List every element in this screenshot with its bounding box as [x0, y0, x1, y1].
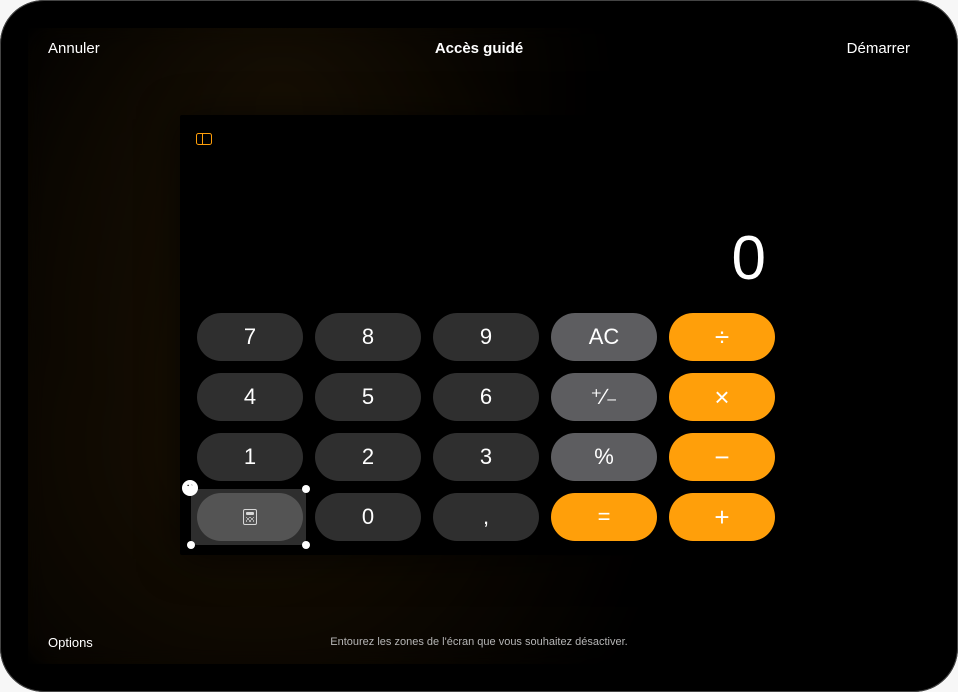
- bezel: Annuler Accès guidé Démarrer 0 7 8 9 AC …: [14, 14, 944, 678]
- calculator-display: 0: [732, 223, 766, 294]
- instruction-text: Entourez les zones de l'écran que vous s…: [330, 636, 627, 648]
- key-eight[interactable]: 8: [315, 313, 421, 361]
- toggle-sidebar-icon[interactable]: [196, 133, 212, 145]
- key-three[interactable]: 3: [433, 433, 539, 481]
- key-percent[interactable]: %: [551, 433, 657, 481]
- disabled-region[interactable]: ×: [191, 489, 306, 545]
- key-nine[interactable]: 9: [433, 313, 539, 361]
- key-six[interactable]: 6: [433, 373, 539, 421]
- start-button[interactable]: Démarrer: [847, 40, 910, 57]
- cancel-button[interactable]: Annuler: [48, 40, 100, 57]
- bottom-bar: Options Entourez les zones de l'écran qu…: [28, 616, 930, 664]
- key-zero[interactable]: 0: [315, 493, 421, 541]
- guided-access-setup-screen: Annuler Accès guidé Démarrer 0 7 8 9 AC …: [28, 28, 930, 664]
- key-divide[interactable]: ÷: [669, 313, 775, 361]
- key-two[interactable]: 2: [315, 433, 421, 481]
- key-four[interactable]: 4: [197, 373, 303, 421]
- key-sign[interactable]: ⁺∕₋: [551, 373, 657, 421]
- resize-handle-bottom-right[interactable]: [302, 541, 310, 549]
- resize-handle-bottom-left[interactable]: [187, 541, 195, 549]
- key-plus[interactable]: +: [669, 493, 775, 541]
- key-all-clear[interactable]: AC: [551, 313, 657, 361]
- key-one[interactable]: 1: [197, 433, 303, 481]
- options-button[interactable]: Options: [48, 635, 93, 650]
- resize-handle-top-left[interactable]: [187, 485, 195, 493]
- key-decimal[interactable]: ,: [433, 493, 539, 541]
- key-minus[interactable]: −: [669, 433, 775, 481]
- key-equals[interactable]: =: [551, 493, 657, 541]
- key-multiply[interactable]: ×: [669, 373, 775, 421]
- key-seven[interactable]: 7: [197, 313, 303, 361]
- resize-handle-top-right[interactable]: [302, 485, 310, 493]
- app-preview[interactable]: 0 7 8 9 AC ÷ 4 5 6 ⁺∕₋ ×: [180, 115, 792, 555]
- key-five[interactable]: 5: [315, 373, 421, 421]
- top-bar: Annuler Accès guidé Démarrer: [28, 28, 930, 76]
- ipad-frame: Annuler Accès guidé Démarrer 0 7 8 9 AC …: [0, 0, 958, 692]
- page-title: Accès guidé: [435, 40, 523, 57]
